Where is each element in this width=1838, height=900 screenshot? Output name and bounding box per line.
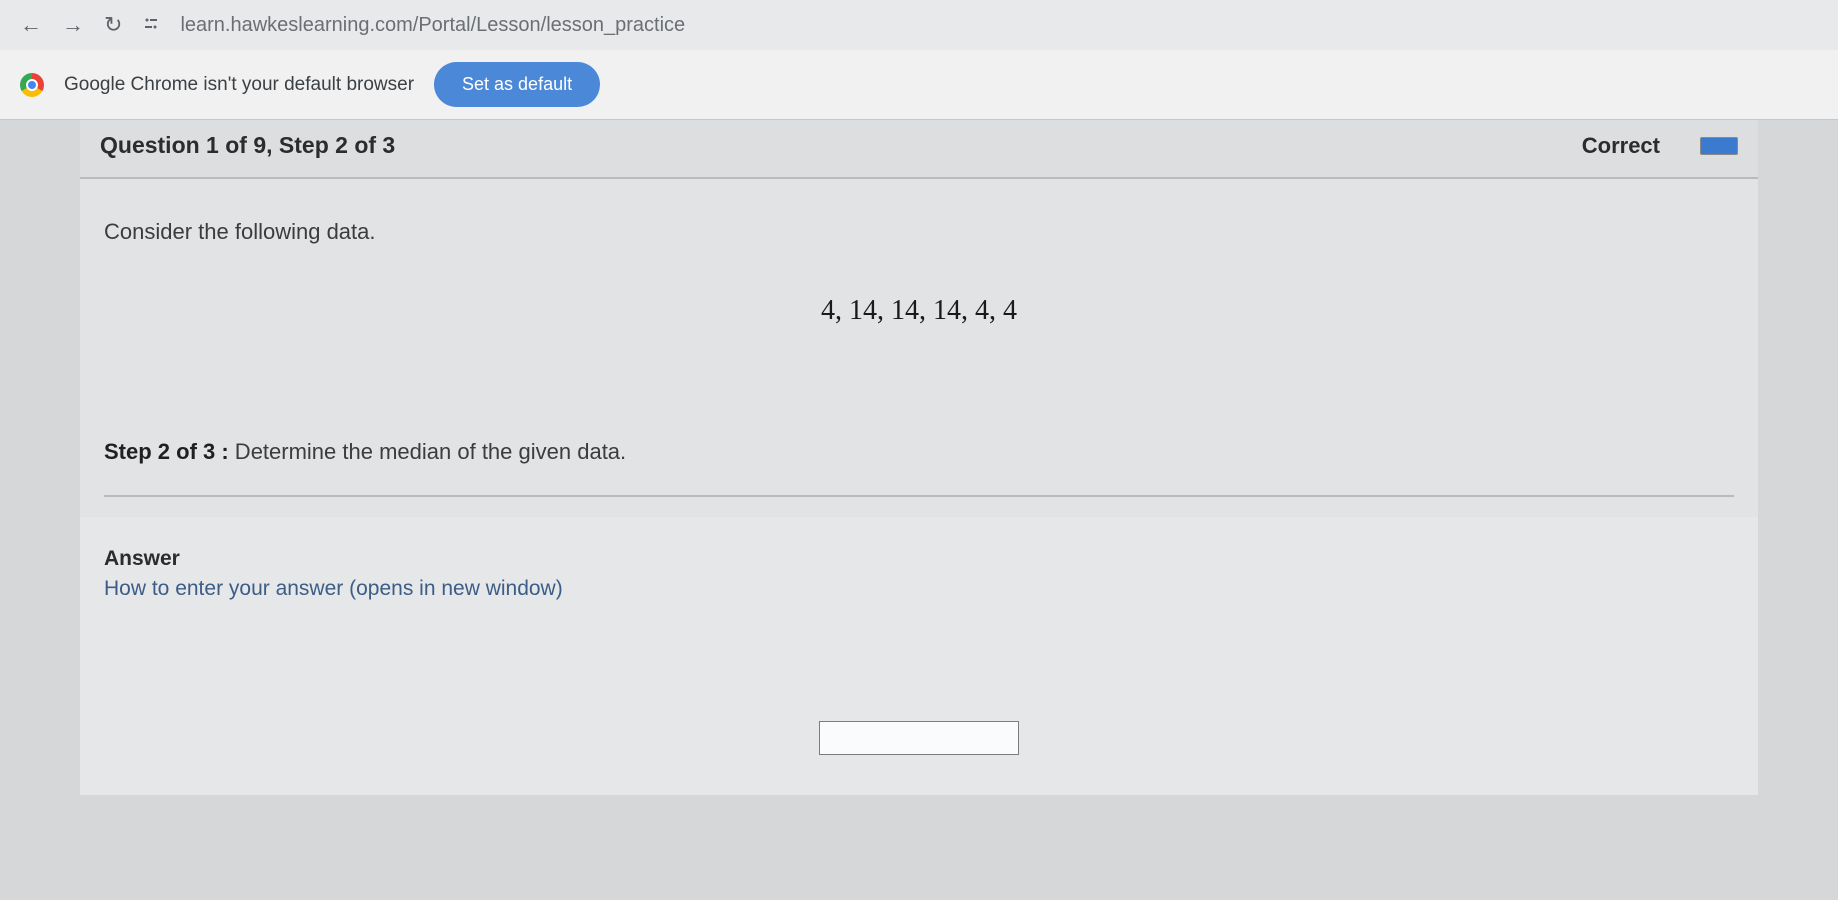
reload-icon[interactable]: ↻: [104, 12, 122, 38]
forward-icon[interactable]: →: [62, 12, 84, 38]
browser-toolbar: ← → ↻ learn.hawkeslearning.com/Portal/Le…: [0, 0, 1838, 50]
step-instruction: Step 2 of 3 : Determine the median of th…: [104, 427, 1734, 497]
answer-input[interactable]: [819, 721, 1019, 755]
header-right: Correct: [1582, 133, 1738, 159]
question-body: Consider the following data. 4, 14, 14, …: [80, 179, 1758, 517]
question-header: Question 1 of 9, Step 2 of 3 Correct: [80, 120, 1758, 179]
answer-title: Answer: [104, 547, 1734, 571]
progress-indicator: [1700, 137, 1738, 155]
back-icon[interactable]: ←: [20, 12, 42, 38]
nav-buttons: ← → ↻: [20, 12, 122, 38]
answer-input-wrap: [104, 721, 1734, 755]
answer-section: Answer How to enter your answer (opens i…: [80, 517, 1758, 795]
site-controls-icon[interactable]: [142, 15, 160, 36]
lesson-content: Question 1 of 9, Step 2 of 3 Correct Con…: [0, 120, 1838, 795]
step-label: Step 2 of 3 :: [104, 439, 229, 464]
question-title: Question 1 of 9, Step 2 of 3: [100, 132, 395, 159]
status-label: Correct: [1582, 133, 1660, 159]
question-prompt: Consider the following data.: [104, 219, 1734, 245]
url-display[interactable]: learn.hawkeslearning.com/Portal/Lesson/l…: [180, 14, 685, 37]
answer-help-link[interactable]: How to enter your answer (opens in new w…: [104, 577, 1734, 601]
data-values: 4, 14, 14, 14, 4, 4: [104, 295, 1734, 327]
chrome-logo-icon: [20, 73, 44, 97]
infobar-message: Google Chrome isn't your default browser: [64, 74, 414, 96]
default-browser-infobar: Google Chrome isn't your default browser…: [0, 50, 1838, 120]
set-default-button[interactable]: Set as default: [434, 62, 600, 107]
step-text: Determine the median of the given data.: [229, 439, 626, 464]
